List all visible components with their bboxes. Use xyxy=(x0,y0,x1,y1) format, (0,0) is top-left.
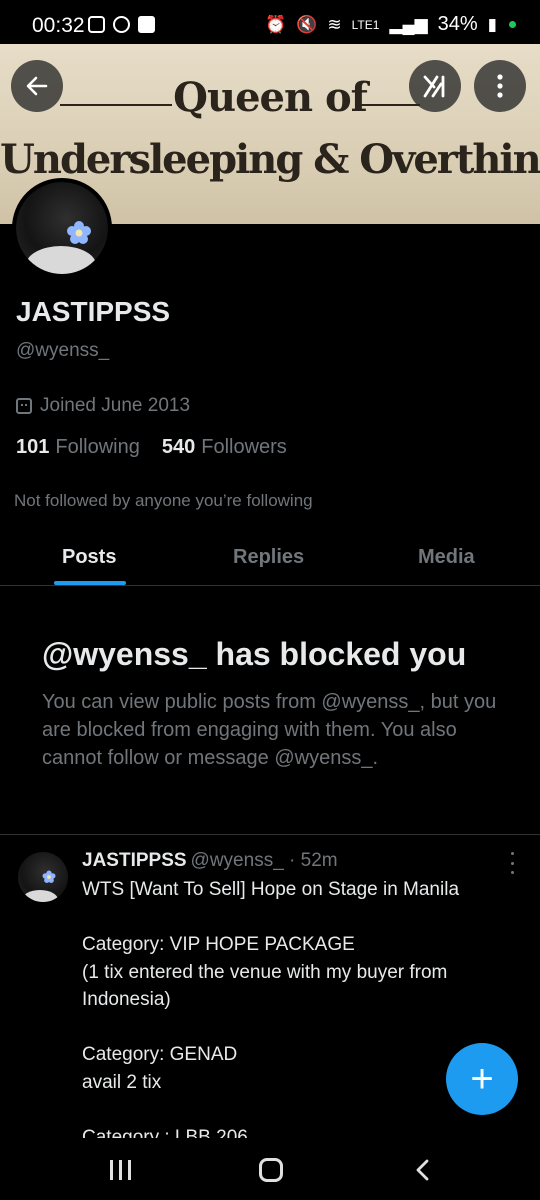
follow-stats: 101 Following 540 Followers xyxy=(16,436,287,459)
followers-link[interactable]: 540 Followers xyxy=(162,436,287,459)
post-line: Category: GENAD xyxy=(82,1044,238,1065)
tab-replies[interactable]: Replies xyxy=(233,546,304,569)
post-line: Category : LBB 206 xyxy=(82,1126,248,1139)
plus-icon: + xyxy=(470,1057,494,1101)
arrow-left-icon xyxy=(26,76,48,96)
more-vertical-icon xyxy=(497,74,503,98)
grok-icon xyxy=(423,75,445,98)
battery-percent: 34% xyxy=(437,13,478,35)
system-icons: ⏰ 🔇 ≋ LTE1 ▂▄▆ 34% ▮ xyxy=(265,13,516,36)
following-link[interactable]: 101 Following xyxy=(16,436,140,459)
calendar-icon xyxy=(16,398,32,414)
discord-icon xyxy=(88,16,105,33)
divider xyxy=(0,834,540,835)
post-body[interactable]: WTS [Want To Sell] Hope on Stage in Mani… xyxy=(82,876,512,1138)
followers-label: Followers xyxy=(201,436,287,458)
status-time: 00:32 xyxy=(32,14,85,37)
system-nav-bar xyxy=(0,1138,540,1200)
post-avatar[interactable] xyxy=(18,852,68,902)
profile-handle: @wyenss_ xyxy=(16,340,110,361)
flower-icon xyxy=(42,870,56,883)
more-options-button[interactable] xyxy=(474,60,526,112)
mute-icon: 🔇 xyxy=(296,14,318,34)
network-label: LTE1 xyxy=(351,17,380,32)
blocked-title: @wyenss_ has blocked you xyxy=(42,636,467,672)
do-not-disturb-icon xyxy=(113,16,130,33)
following-count: 101 xyxy=(16,436,50,458)
profile-avatar[interactable] xyxy=(12,178,112,278)
flower-icon xyxy=(67,221,91,244)
grok-button[interactable] xyxy=(409,60,461,112)
tab-posts[interactable]: Posts xyxy=(62,546,116,569)
blocked-description: You can view public posts from @wyenss_,… xyxy=(42,691,497,769)
profile-tabs: Posts Replies Media xyxy=(0,530,540,586)
back-nav-button[interactable] xyxy=(412,1158,434,1182)
post-line xyxy=(82,1014,512,1042)
notification-icons xyxy=(88,16,155,33)
profile-name: JASTIPPSS xyxy=(16,296,171,327)
following-label: Following xyxy=(55,436,140,458)
joined-text: Joined June 2013 xyxy=(40,395,191,416)
post-more-button[interactable] xyxy=(508,852,516,874)
checkbox-notification-icon xyxy=(138,16,155,33)
post-line xyxy=(82,1096,512,1124)
post-line: Category: VIP HOPE PACKAGE xyxy=(82,934,355,955)
alarm-icon: ⏰ xyxy=(265,14,287,34)
active-tab-indicator xyxy=(54,581,126,585)
followers-count: 540 xyxy=(161,436,196,458)
signal-icon: ▂▄▆ xyxy=(389,14,428,34)
post-meta: @wyenss_ · 52m xyxy=(190,850,338,871)
recent-apps-button[interactable] xyxy=(110,1160,131,1180)
privacy-indicator-dot xyxy=(509,21,516,28)
post-line xyxy=(82,904,512,932)
joined-date: Joined June 2013 xyxy=(16,395,190,417)
back-button[interactable] xyxy=(11,60,63,112)
battery-icon: ▮ xyxy=(487,14,497,34)
post-author[interactable]: JASTIPPSS xyxy=(82,850,187,871)
post-header: JASTIPPSS @wyenss_ · 52m xyxy=(82,850,338,872)
home-button[interactable] xyxy=(259,1158,283,1182)
status-bar: 00:32 ⏰ 🔇 ≋ LTE1 ▂▄▆ 34% ▮ xyxy=(0,0,540,44)
tab-media[interactable]: Media xyxy=(418,546,475,569)
compose-post-button[interactable]: + xyxy=(446,1043,518,1115)
not-followed-note: Not followed by anyone you’re following xyxy=(14,491,313,510)
banner-title-line2: Undersleeping & Overthinking xyxy=(0,136,540,183)
wifi-icon: ≋ xyxy=(327,14,342,34)
post-line: WTS [Want To Sell] Hope on Stage in Mani… xyxy=(82,879,460,900)
post-line: (1 tix entered the venue with my buyer f… xyxy=(82,961,448,1011)
